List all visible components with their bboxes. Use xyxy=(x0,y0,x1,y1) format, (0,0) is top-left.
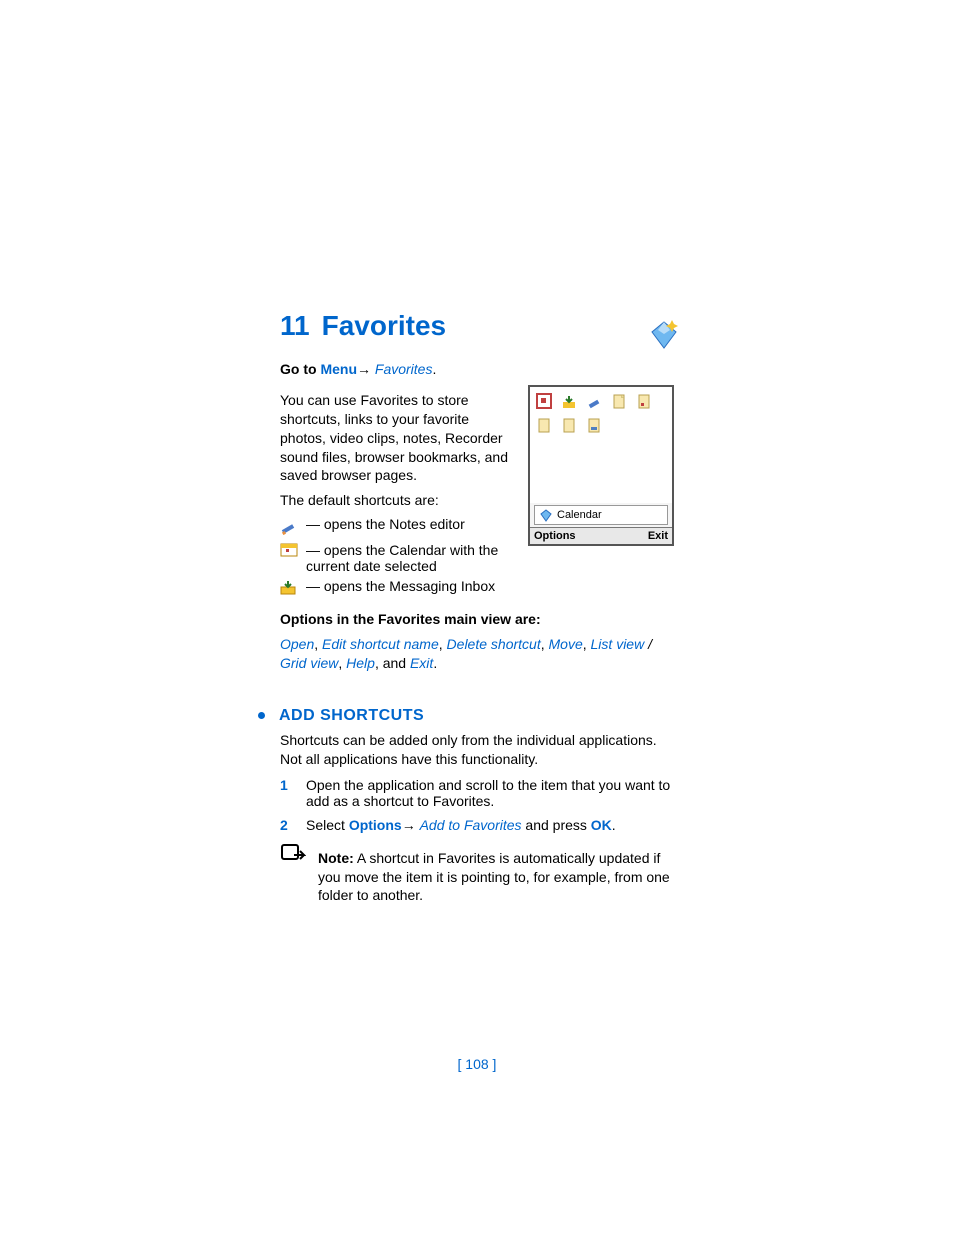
option-list-view[interactable]: List view xyxy=(591,636,645,652)
step-number: 2 xyxy=(280,817,294,833)
document-page: 11 Favorites Go to Menu→ Favorites. You c… xyxy=(0,0,954,1072)
option-open[interactable]: Open xyxy=(280,636,314,652)
step-item: 1 Open the application and scroll to the… xyxy=(280,777,674,809)
intro-paragraph: You can use Favorites to store shortcuts… xyxy=(280,391,510,485)
add-to-favorites-link[interactable]: Add to Favorites xyxy=(420,817,522,833)
favorites-diamond-icon xyxy=(646,316,682,355)
note-body: A shortcut in Favorites is automatically… xyxy=(318,850,670,904)
options-list: Open, Edit shortcut name, Delete shortcu… xyxy=(280,635,674,673)
add-shortcuts-title: ADD SHORTCUTS xyxy=(279,707,424,725)
default-shortcuts-list: — opens the Notes editor — opens the Cal… xyxy=(280,516,510,598)
calendar-icon xyxy=(280,543,298,560)
grid-calendar-icon xyxy=(536,393,554,411)
softkey-options[interactable]: Options xyxy=(534,530,576,542)
options-link[interactable]: Options xyxy=(349,817,402,833)
notes-pencil-icon xyxy=(280,517,298,538)
inbox-icon xyxy=(280,579,298,598)
grid-doc-icon xyxy=(636,393,654,411)
defaults-label: The default shortcuts are: xyxy=(280,491,510,510)
section-heading: ADD SHORTCUTS xyxy=(258,707,674,725)
ok-link[interactable]: OK xyxy=(591,817,612,833)
list-item: — opens the Notes editor xyxy=(280,516,510,538)
option-grid-view[interactable]: Grid view xyxy=(280,655,338,671)
step-item: 2 Select Options→ Add to Favorites and p… xyxy=(280,817,674,833)
grid-doc-icon xyxy=(611,393,629,411)
grid-doc-icon xyxy=(561,417,579,435)
note-label: Note: xyxy=(318,850,354,866)
chapter-heading: 11 Favorites xyxy=(280,310,674,342)
steps-list: 1 Open the application and scroll to the… xyxy=(280,777,674,833)
calendar-text: — opens the Calendar with the current da… xyxy=(306,542,510,574)
list-item: — opens the Messaging Inbox xyxy=(280,578,510,598)
grid-inbox-icon xyxy=(561,393,579,411)
grid-doc-icon xyxy=(586,417,604,435)
list-item: — opens the Calendar with the current da… xyxy=(280,542,510,574)
phone-screenshot: Calendar Options Exit xyxy=(528,385,674,546)
softkey-exit[interactable]: Exit xyxy=(648,530,668,542)
chapter-number: 11 xyxy=(280,310,310,341)
note-icon xyxy=(280,843,306,912)
chapter-title-text: Favorites xyxy=(322,310,447,341)
grid-doc-icon xyxy=(536,417,554,435)
note-block: Note: A shortcut in Favorites is automat… xyxy=(280,843,674,912)
option-move[interactable]: Move xyxy=(549,636,583,652)
option-help[interactable]: Help xyxy=(346,655,375,671)
bullet-icon xyxy=(258,712,265,719)
notes-text: — opens the Notes editor xyxy=(306,516,510,532)
selected-item-label: Calendar xyxy=(534,505,668,525)
options-heading: Options in the Favorites main view are: xyxy=(280,610,674,629)
step-number: 1 xyxy=(280,777,294,809)
menu-link[interactable]: Menu xyxy=(320,361,357,377)
page-footer: [ 108 ] xyxy=(280,1056,674,1072)
goto-line: Go to Menu→ Favorites. xyxy=(280,360,674,379)
favorites-grid xyxy=(530,387,672,503)
step-text: Open the application and scroll to the i… xyxy=(306,777,674,809)
small-diamond-icon xyxy=(539,508,553,522)
favorites-link[interactable]: Favorites xyxy=(375,361,433,377)
option-edit-shortcut-name[interactable]: Edit shortcut name xyxy=(322,636,439,652)
option-exit[interactable]: Exit xyxy=(410,655,433,671)
step-text: Select Options→ Add to Favorites and pre… xyxy=(306,817,674,833)
inbox-text: — opens the Messaging Inbox xyxy=(306,578,510,594)
grid-notes-icon xyxy=(586,393,604,411)
option-delete-shortcut[interactable]: Delete shortcut xyxy=(447,636,541,652)
shortcuts-intro: Shortcuts can be added only from the ind… xyxy=(280,731,674,769)
